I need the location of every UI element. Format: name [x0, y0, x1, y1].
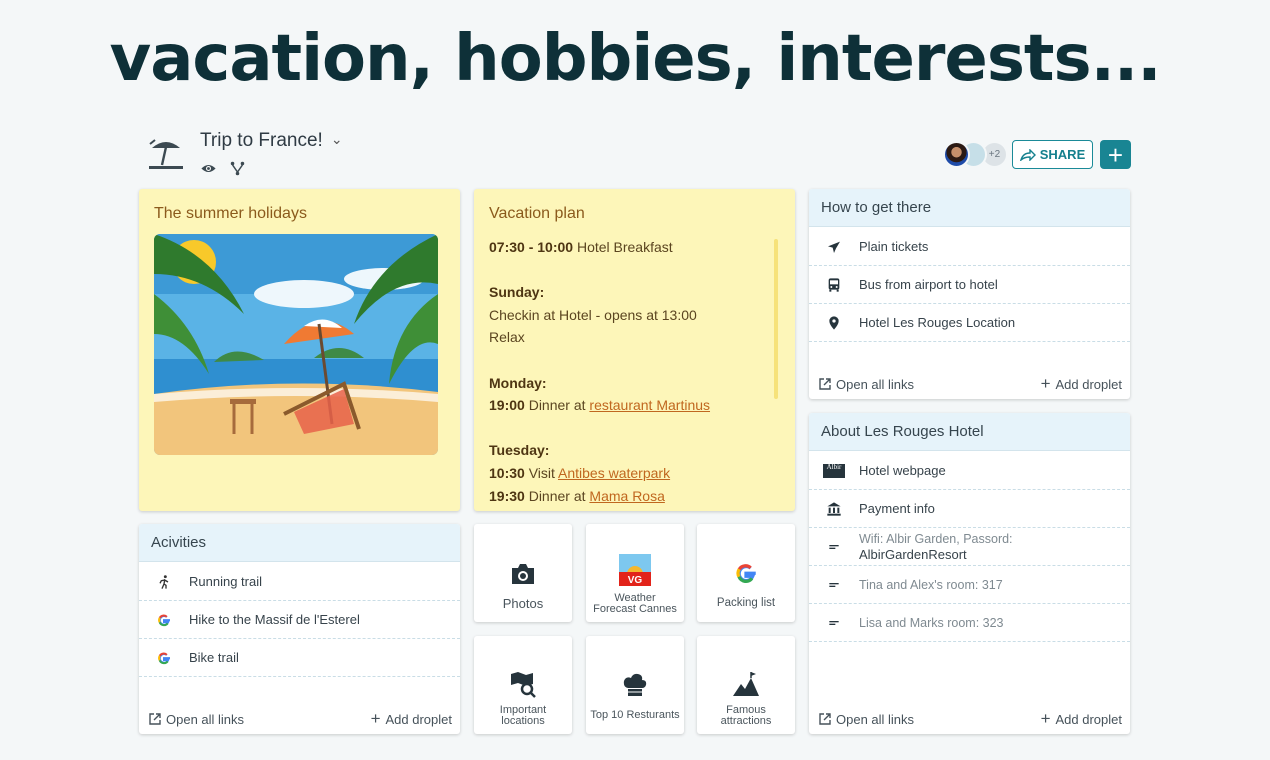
- open-all-links-button[interactable]: Open all links: [149, 712, 244, 727]
- list-item[interactable]: Albir Hotel webpage: [809, 452, 1130, 490]
- text-note-icon: [829, 544, 839, 549]
- summer-holidays-note[interactable]: The summer holidays: [139, 189, 460, 511]
- list-item[interactable]: Running trail: [139, 563, 460, 601]
- google-icon: [158, 652, 170, 664]
- list-title: How to get there: [809, 189, 1130, 227]
- plan-line: 19:00 Dinner at restaurant Martinus: [489, 397, 711, 414]
- chef-hat-icon: [623, 673, 647, 696]
- tile-top-restaurants[interactable]: Top 10 Resturants: [586, 636, 684, 734]
- plan-line: [489, 349, 769, 372]
- hotel-logo-icon: Albir: [823, 463, 845, 478]
- share-arrow-icon: [1019, 148, 1036, 161]
- restaurant-link[interactable]: restaurant Martinus: [589, 397, 710, 413]
- map-search-icon: [511, 672, 536, 698]
- tile-weather-forecast[interactable]: VG Weather Forecast Cannes: [586, 524, 684, 622]
- how-to-get-there-list: How to get there Plain tickets Bus from …: [809, 189, 1130, 399]
- mama-rosa-link[interactable]: Mama Rosa: [589, 488, 664, 504]
- board-title[interactable]: Trip to France! ⌄: [200, 130, 343, 152]
- open-all-links-button[interactable]: Open all links: [819, 377, 914, 392]
- plan-line: Checkin at Hotel - opens at 13:00: [489, 306, 697, 323]
- running-icon: [159, 574, 169, 589]
- vg-weather-icon: VG: [619, 554, 651, 586]
- list-item[interactable]: Wifi: Albir Garden, Passord: AlbirGarden…: [809, 528, 1130, 566]
- airplane-icon: [828, 241, 840, 253]
- hierarchy-icon[interactable]: [229, 160, 246, 177]
- note-title: Vacation plan: [489, 205, 585, 222]
- plus-icon: +: [1040, 374, 1051, 393]
- activities-link-list: Acivities Running trail Hike to the Mass…: [139, 524, 460, 734]
- google-icon: [158, 614, 170, 626]
- plus-icon: +: [370, 709, 381, 728]
- plan-line: [489, 259, 769, 282]
- list-title: About Les Rouges Hotel: [809, 413, 1130, 451]
- list-item[interactable]: Bike trail: [139, 639, 460, 677]
- bank-icon: [827, 501, 841, 516]
- scrollbar[interactable]: [774, 239, 778, 399]
- add-droplet-button[interactable]: + Add droplet: [1041, 374, 1122, 394]
- mountain-flag-icon: [733, 672, 759, 696]
- beach-umbrella-icon: [149, 139, 183, 169]
- bus-icon: [828, 277, 840, 292]
- plus-icon: +: [1040, 709, 1051, 728]
- about-hotel-list: About Les Rouges Hotel Albir Hotel webpa…: [809, 413, 1130, 734]
- tile-important-locations[interactable]: Important locations: [474, 636, 572, 734]
- plan-line: 07:30 - 10:00 Hotel Breakfast: [489, 239, 673, 255]
- external-link-icon: [819, 713, 831, 725]
- avatar[interactable]: [943, 141, 970, 168]
- beach-illustration[interactable]: [154, 234, 438, 455]
- share-button[interactable]: SHARE: [1012, 140, 1093, 169]
- waterpark-link[interactable]: Antibes waterpark: [558, 465, 670, 481]
- tile-famous-attractions[interactable]: Famous attractions: [697, 636, 795, 734]
- svg-text:VG: VG: [628, 575, 643, 586]
- list-item[interactable]: Hotel Les Rouges Location: [809, 304, 1130, 342]
- location-pin-icon: [829, 315, 839, 330]
- collaborators[interactable]: +2: [943, 141, 1013, 169]
- external-link-icon: [149, 713, 161, 725]
- text-note-icon: [829, 620, 839, 625]
- list-item[interactable]: Plain tickets: [809, 228, 1130, 266]
- plan-line: Relax: [489, 329, 525, 346]
- plan-line: [489, 417, 769, 440]
- list-item[interactable]: Hike to the Massif de l'Esterel: [139, 601, 460, 639]
- plan-line: Tuesday:: [489, 442, 550, 459]
- camera-icon: [512, 564, 534, 584]
- open-all-links-button[interactable]: Open all links: [819, 712, 914, 727]
- plan-line: Sunday:: [489, 284, 545, 301]
- plan-line: 19:30 Dinner at Mama Rosa: [489, 487, 665, 504]
- add-button[interactable]: +: [1100, 140, 1131, 169]
- tile-packing-list[interactable]: Packing list: [697, 524, 795, 622]
- list-item[interactable]: Tina and Alex's room: 317: [809, 566, 1130, 604]
- external-link-icon: [819, 378, 831, 390]
- list-item[interactable]: Lisa and Marks room: 323: [809, 604, 1130, 642]
- list-item[interactable]: Bus from airport to hotel: [809, 266, 1130, 304]
- list-item[interactable]: Payment info: [809, 490, 1130, 528]
- google-icon: [736, 564, 756, 584]
- vacation-plan-note[interactable]: Vacation plan 07:30 - 10:00 Hotel Breakf…: [474, 189, 795, 511]
- plan-line: Monday:: [489, 374, 547, 391]
- vacation-plan-text[interactable]: 07:30 - 10:00 Hotel Breakfast Sunday: Ch…: [489, 236, 769, 507]
- text-note-icon: [829, 582, 839, 587]
- list-title: Acivities: [139, 524, 460, 562]
- chevron-down-icon[interactable]: ⌄: [331, 131, 343, 148]
- note-title: The summer holidays: [154, 205, 307, 222]
- headline: vacation, hobbies, interests...: [109, 22, 1161, 96]
- eye-icon[interactable]: [200, 160, 217, 177]
- add-droplet-button[interactable]: + Add droplet: [371, 709, 452, 729]
- plan-line: 10:30 Visit Antibes waterpark: [489, 464, 671, 481]
- tile-photos[interactable]: Photos: [474, 524, 572, 622]
- add-droplet-button[interactable]: + Add droplet: [1041, 709, 1122, 729]
